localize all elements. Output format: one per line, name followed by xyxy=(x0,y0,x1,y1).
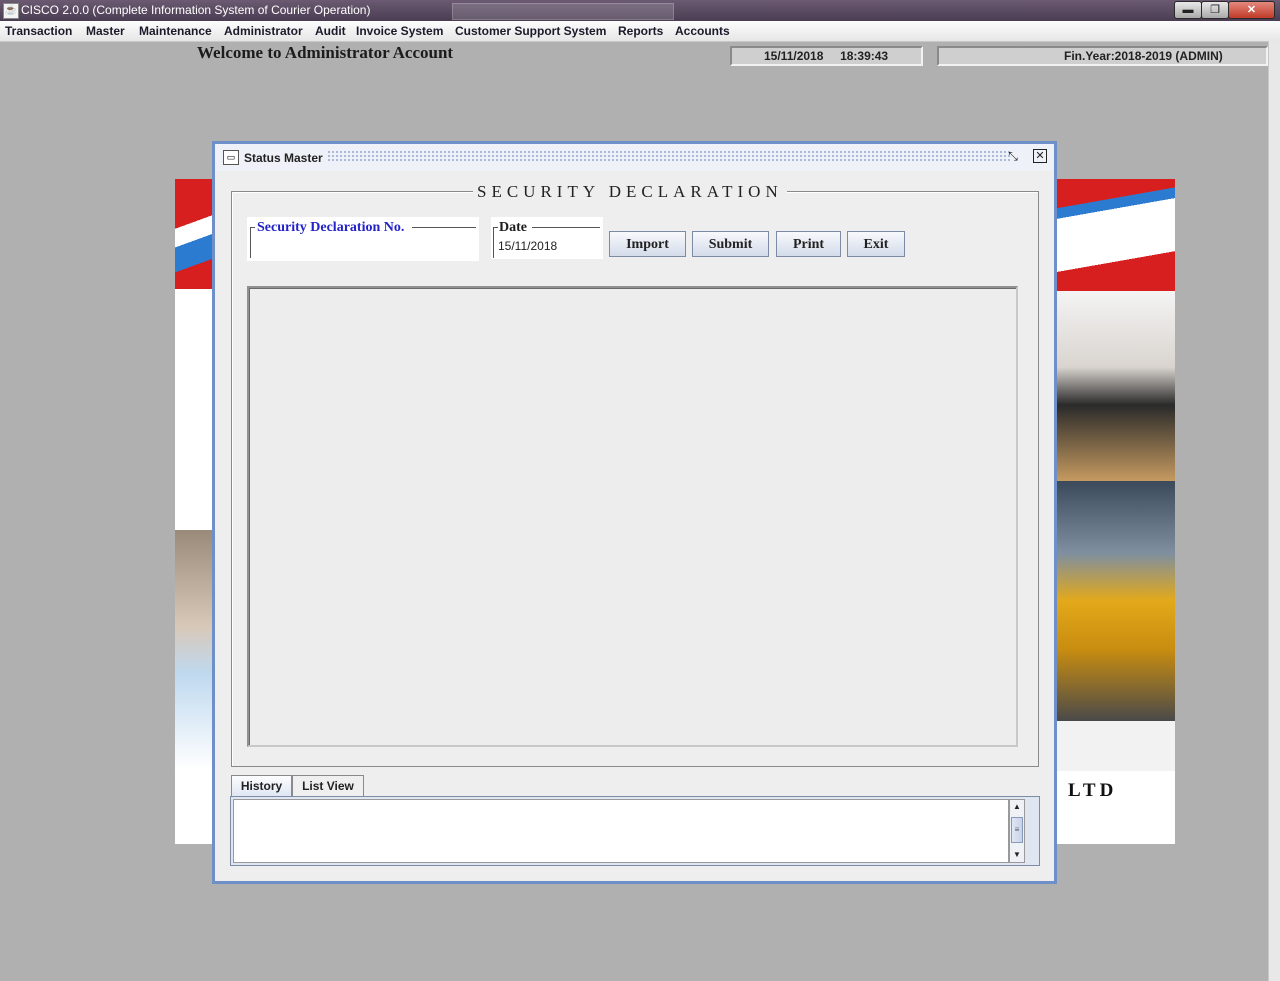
splash-left-photo xyxy=(175,530,215,770)
exit-button[interactable]: Exit xyxy=(847,231,905,257)
splash-right-stripe xyxy=(1057,179,1175,291)
dialog-title: Status Master xyxy=(244,151,323,165)
menu-accounts[interactable]: Accounts xyxy=(675,24,730,38)
scroll-down-icon[interactable]: ▼ xyxy=(1011,849,1023,861)
java-cup-icon: ☕ xyxy=(3,3,19,19)
welcome-heading: Welcome to Administrator Account xyxy=(197,43,454,62)
splash-vehicle-photo xyxy=(1057,481,1175,721)
history-scrollbar[interactable]: ▲ ≡ ▼ xyxy=(1009,799,1025,863)
finyear-text: Fin.Year:2018-2019 (ADMIN) xyxy=(1064,49,1223,63)
field-border xyxy=(412,227,476,228)
tab-history[interactable]: History xyxy=(231,775,292,796)
history-tab-panel: ▲ ≡ ▼ xyxy=(230,796,1040,866)
app-title-bar: ☕ CISCO 2.0.0 (Complete Information Syst… xyxy=(0,0,1280,21)
minimize-button[interactable]: ▬ xyxy=(1174,1,1202,19)
section-title: SECURITY DECLARATION xyxy=(473,182,787,202)
window-title: CISCO 2.0.0 (Complete Information System… xyxy=(21,3,371,17)
splash-courier-photo xyxy=(1057,291,1175,481)
datetime-text: 15/11/2018 18:39:43 xyxy=(764,49,889,63)
security-declaration-no-label: Security Declaration No. xyxy=(257,220,405,235)
menu-customer-support-system[interactable]: Customer Support System xyxy=(455,24,606,38)
desktop-scrollbar[interactable] xyxy=(1268,41,1280,981)
field-border xyxy=(250,227,255,258)
datetime-status: 15/11/2018 18:39:43 xyxy=(730,46,923,66)
import-button[interactable]: Import xyxy=(609,231,686,257)
submit-button[interactable]: Submit xyxy=(692,231,769,257)
field-border xyxy=(532,227,600,228)
scroll-thumb[interactable]: ≡ xyxy=(1011,817,1023,843)
menu-maintenance[interactable]: Maintenance xyxy=(139,24,212,38)
dialog-title-bar[interactable]: ▭ Status Master ⤡ ✕ xyxy=(215,144,1054,171)
menu-invoice-system[interactable]: Invoice System xyxy=(356,24,443,38)
menu-bar: Transaction Master Maintenance Administr… xyxy=(0,21,1280,42)
date-field[interactable]: Date 15/11/2018 xyxy=(491,217,603,259)
date-value[interactable]: 15/11/2018 xyxy=(498,239,557,253)
menu-administrator[interactable]: Administrator xyxy=(224,24,303,38)
tab-list-view[interactable]: List View xyxy=(292,775,364,796)
splash-white-area xyxy=(1057,721,1175,771)
close-icon[interactable]: ✕ xyxy=(1033,149,1047,163)
menu-reports[interactable]: Reports xyxy=(618,24,663,38)
window-icon: ▭ xyxy=(223,150,239,165)
security-declaration-no-field[interactable]: Security Declaration No. xyxy=(247,217,479,261)
date-label: Date xyxy=(499,220,527,235)
menu-transaction[interactable]: Transaction xyxy=(5,24,72,38)
declaration-table-area[interactable] xyxy=(247,286,1018,747)
menu-master[interactable]: Master xyxy=(86,24,125,38)
scroll-up-icon[interactable]: ▲ xyxy=(1011,801,1023,813)
print-button[interactable]: Print xyxy=(776,231,841,257)
close-window-button[interactable]: ✕ xyxy=(1228,1,1275,19)
splash-brand-suffix: LTD xyxy=(1068,780,1118,801)
restore-icon[interactable]: ⤡ xyxy=(1006,148,1020,164)
title-bar-pattern xyxy=(327,150,1010,162)
splash-red-blue-stripe xyxy=(175,179,215,289)
menu-audit[interactable]: Audit xyxy=(315,24,346,38)
history-text-area[interactable] xyxy=(233,799,1009,863)
background-window-tab xyxy=(452,3,674,20)
maximize-button[interactable]: ❐ xyxy=(1201,1,1229,19)
status-master-dialog: ▭ Status Master ⤡ ✕ SECURITY DECLARATION… xyxy=(212,141,1057,884)
finyear-status: Fin.Year:2018-2019 (ADMIN) xyxy=(937,46,1268,66)
